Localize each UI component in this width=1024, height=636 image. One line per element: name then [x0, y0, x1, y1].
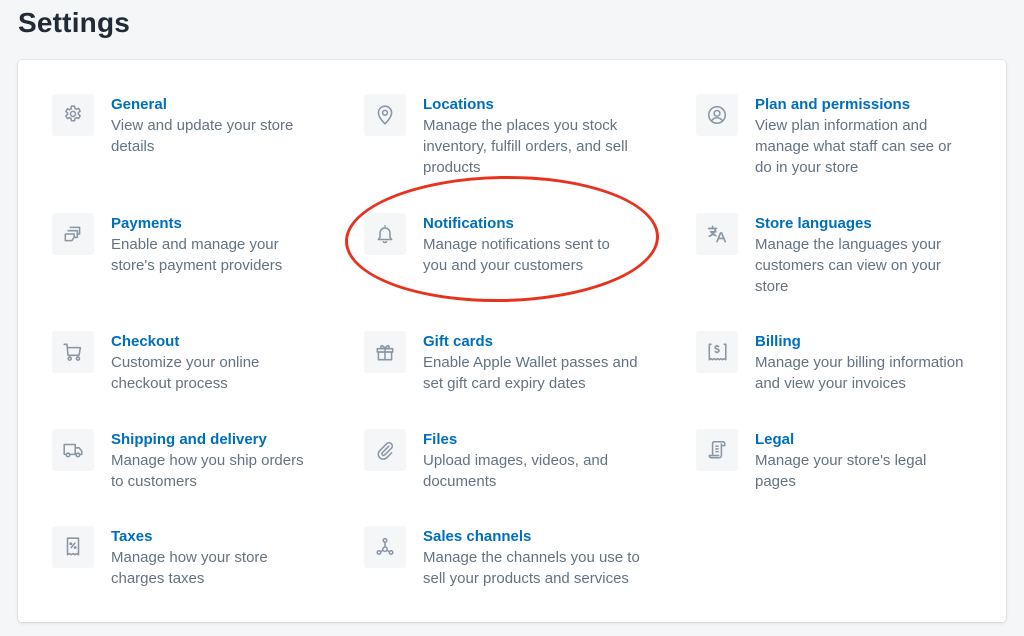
- legal-scroll-icon: [696, 429, 738, 471]
- gift-icon: [364, 331, 406, 373]
- truck-icon: [52, 429, 94, 471]
- setting-notifications[interactable]: Notifications Manage notifications sent …: [364, 213, 610, 276]
- setting-description: Manage notifications sent to: [423, 236, 610, 253]
- setting-description: Enable Apple Wallet passes and: [423, 354, 638, 371]
- setting-description: inventory, fulfill orders, and sell: [423, 138, 628, 155]
- setting-title[interactable]: Gift cards: [423, 331, 638, 352]
- setting-store-languages[interactable]: Store languages Manage the languages you…: [696, 213, 941, 297]
- setting-description: and view your invoices: [755, 375, 906, 392]
- gear-icon: [52, 94, 94, 136]
- setting-legal[interactable]: Legal Manage your store's legal pages: [696, 429, 926, 492]
- setting-taxes[interactable]: Taxes Manage how your store charges taxe…: [52, 526, 268, 589]
- setting-description: charges taxes: [111, 570, 205, 587]
- setting-description: store: [755, 278, 789, 295]
- sales-channels-icon: [364, 526, 406, 568]
- setting-plan-and-permissions[interactable]: Plan and permissions View plan informati…: [696, 94, 952, 178]
- setting-description: store's payment providers: [111, 257, 283, 274]
- setting-title[interactable]: Plan and permissions: [755, 94, 952, 115]
- setting-title[interactable]: Notifications: [423, 213, 610, 234]
- setting-description: Manage the languages your: [755, 236, 941, 253]
- tax-receipt-icon: [52, 526, 94, 568]
- setting-description: sell your products and services: [423, 570, 629, 587]
- setting-title[interactable]: Files: [423, 429, 608, 450]
- billing-icon: [696, 331, 738, 373]
- setting-description: Manage how you ship orders: [111, 452, 304, 469]
- setting-description: manage what staff can see or: [755, 138, 952, 155]
- setting-payments[interactable]: Payments Enable and manage your store's …: [52, 213, 282, 276]
- setting-description: View plan information and: [755, 117, 928, 134]
- setting-description: Enable and manage your: [111, 236, 279, 253]
- setting-title[interactable]: Store languages: [755, 213, 941, 234]
- setting-gift-cards[interactable]: Gift cards Enable Apple Wallet passes an…: [364, 331, 638, 394]
- setting-files[interactable]: Files Upload images, videos, and documen…: [364, 429, 608, 492]
- setting-title[interactable]: Locations: [423, 94, 628, 115]
- setting-title[interactable]: Taxes: [111, 526, 268, 547]
- setting-description: Manage your store's legal: [755, 452, 927, 469]
- setting-description: details: [111, 138, 155, 155]
- settings-card: General View and update your store detai…: [18, 60, 1006, 622]
- setting-description: Manage how your store: [111, 549, 268, 566]
- setting-title[interactable]: Legal: [755, 429, 926, 450]
- setting-description: do in your store: [755, 159, 859, 176]
- bell-icon: [364, 213, 406, 255]
- setting-sales-channels[interactable]: Sales channels Manage the channels you u…: [364, 526, 640, 589]
- setting-title[interactable]: General: [111, 94, 293, 115]
- setting-locations[interactable]: Locations Manage the places you stock in…: [364, 94, 628, 178]
- setting-description: pages: [755, 473, 796, 490]
- setting-general[interactable]: General View and update your store detai…: [52, 94, 293, 157]
- setting-description: customers can view on your: [755, 257, 941, 274]
- translate-icon: [696, 213, 738, 255]
- setting-description: View and update your store: [111, 117, 294, 134]
- setting-description: documents: [423, 473, 497, 490]
- setting-shipping[interactable]: Shipping and delivery Manage how you shi…: [52, 429, 304, 492]
- setting-title[interactable]: Checkout: [111, 331, 259, 352]
- setting-checkout[interactable]: Checkout Customize your online checkout …: [52, 331, 259, 394]
- setting-description: Customize your online: [111, 354, 260, 371]
- location-pin-icon: [364, 94, 406, 136]
- setting-description: products: [423, 159, 481, 176]
- page-title: Settings: [18, 7, 131, 38]
- cart-icon: [52, 331, 94, 373]
- payments-icon: [52, 213, 94, 255]
- user-circle-icon: [696, 94, 738, 136]
- setting-description: Upload images, videos, and: [423, 452, 609, 469]
- setting-description: you and your customers: [423, 257, 584, 274]
- setting-description: Manage your billing information: [755, 354, 964, 371]
- paperclip-icon: [364, 429, 406, 471]
- setting-title[interactable]: Sales channels: [423, 526, 640, 547]
- setting-title[interactable]: Payments: [111, 213, 282, 234]
- setting-title[interactable]: Shipping and delivery: [111, 429, 304, 450]
- setting-description: to customers: [111, 473, 197, 490]
- setting-description: set gift card expiry dates: [423, 375, 586, 392]
- setting-billing[interactable]: Billing Manage your billing information …: [696, 331, 963, 394]
- setting-description: checkout process: [111, 375, 228, 392]
- setting-title[interactable]: Billing: [755, 331, 963, 352]
- setting-description: Manage the channels you use to: [423, 549, 640, 566]
- setting-description: Manage the places you stock: [423, 117, 618, 134]
